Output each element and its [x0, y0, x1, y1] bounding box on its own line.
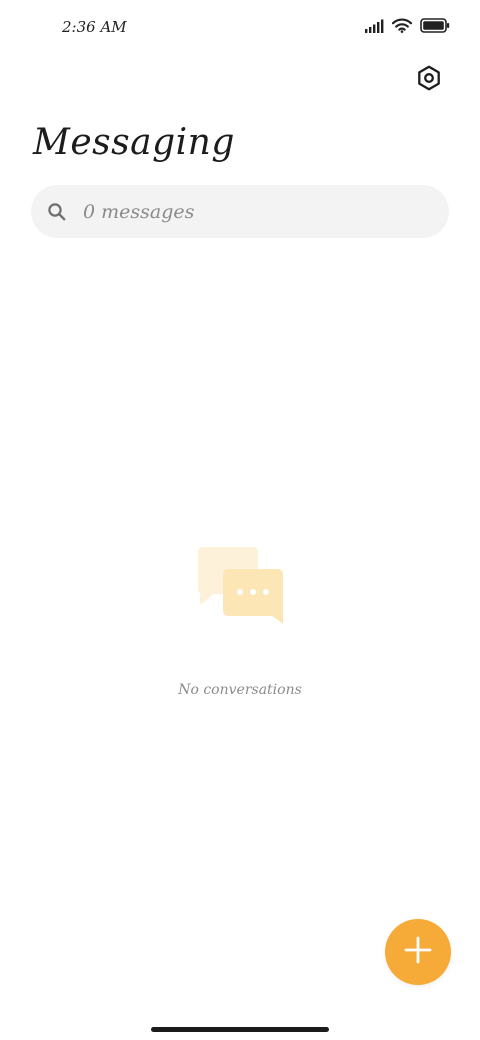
- home-indicator[interactable]: [151, 1027, 329, 1032]
- status-time: 2:36 AM: [62, 18, 127, 36]
- page-title: Messaging: [33, 122, 235, 163]
- battery-icon: [420, 18, 450, 33]
- status-icons: [364, 18, 450, 33]
- new-conversation-button[interactable]: [385, 919, 451, 985]
- search-icon: [47, 202, 67, 222]
- empty-state-message: No conversations: [178, 682, 302, 698]
- settings-button[interactable]: [412, 63, 446, 97]
- search-bar[interactable]: [31, 185, 449, 238]
- wifi-icon: [392, 18, 412, 33]
- search-input[interactable]: [81, 199, 405, 224]
- chat-bubbles-icon: [195, 545, 287, 629]
- signal-icon: [364, 19, 384, 33]
- plus-icon: [404, 936, 432, 968]
- messaging-screen: 2:36 AM Messaging 0 messages No conversa…: [0, 0, 480, 1040]
- settings-icon: [416, 65, 442, 95]
- status-bar: 2:36 AM: [0, 0, 480, 56]
